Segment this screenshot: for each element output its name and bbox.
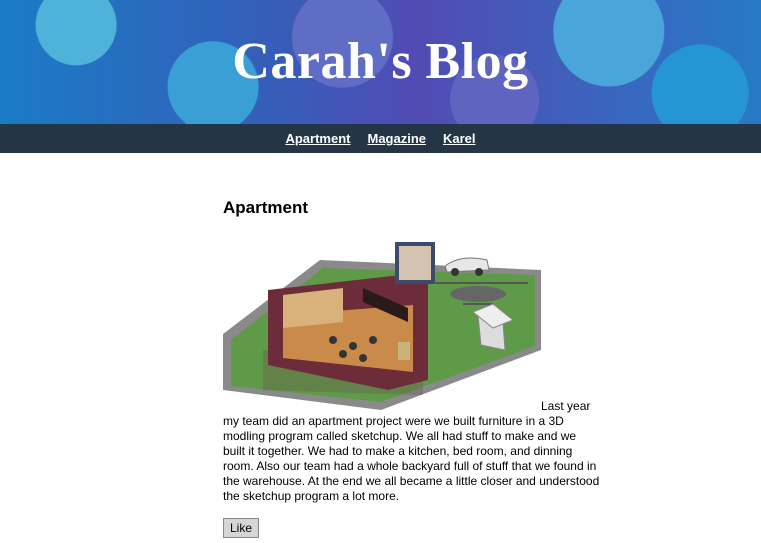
nav-bar: Apartment Magazine Karel <box>0 124 761 153</box>
apartment-image <box>223 230 541 410</box>
post-body: Last year my team did an apartment proje… <box>223 230 601 504</box>
blog-header: Carah's Blog <box>0 0 761 124</box>
post: Apartment Last year my team did an apart… <box>223 198 601 538</box>
like-button[interactable]: Like <box>223 518 260 538</box>
nav-link-karel[interactable]: Karel <box>443 131 476 146</box>
nav-link-apartment[interactable]: Apartment <box>285 131 350 146</box>
post-title: Apartment <box>223 198 309 217</box>
blog-title: Carah's Blog <box>232 33 529 90</box>
nav-link-magazine[interactable]: Magazine <box>367 131 426 146</box>
post-text: Last year my team did an apartment proje… <box>223 399 600 503</box>
